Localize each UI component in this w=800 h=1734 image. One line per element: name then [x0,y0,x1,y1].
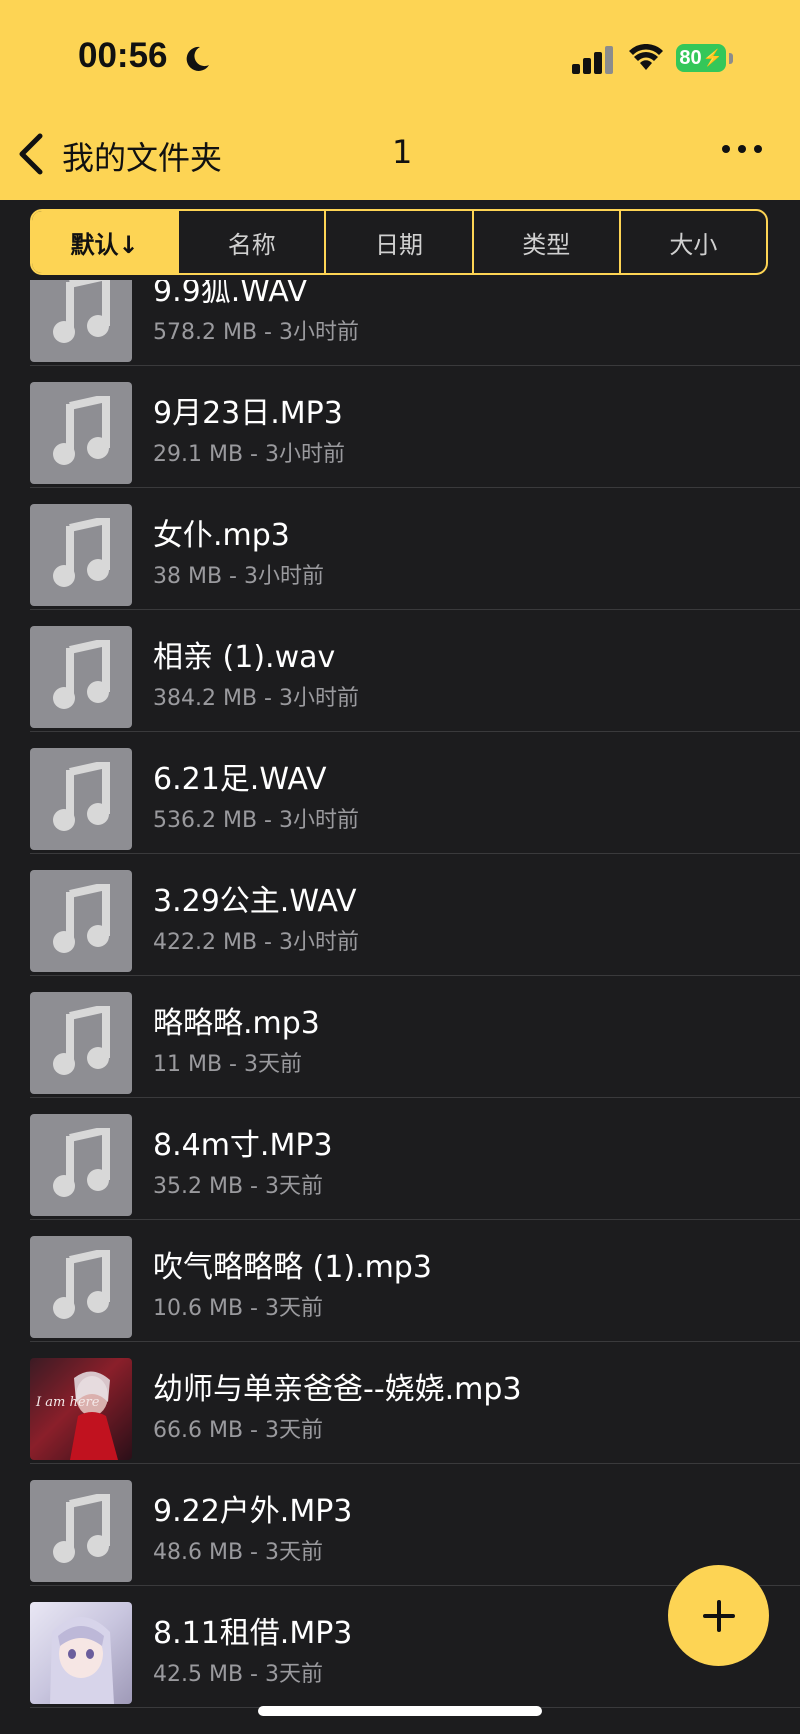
file-list: 9.9狐.WAV 578.2 MB - 3小时前 9月23日.MP3 29.1 … [0,280,800,1734]
music-note-icon [30,504,132,606]
music-note-icon [30,870,132,972]
list-item[interactable]: 9.22户外.MP3 48.6 MB - 3天前 [0,1464,800,1586]
file-name: 相亲 (1).wav [153,640,336,675]
file-name: 3.29公主.WAV [153,884,357,919]
file-meta: 384.2 MB - 3小时前 [153,686,359,711]
list-item[interactable]: 女仆.mp3 38 MB - 3小时前 [0,488,800,610]
cellular-signal-icon [572,46,613,74]
music-note-icon [30,1114,132,1216]
file-meta: 10.6 MB - 3天前 [153,1296,323,1321]
file-meta: 35.2 MB - 3天前 [153,1174,323,1199]
file-meta: 578.2 MB - 3小时前 [153,320,359,345]
file-meta: 536.2 MB - 3小时前 [153,808,359,833]
file-name: 9.9狐.WAV [153,280,308,309]
music-note-icon [30,748,132,850]
music-note-icon [30,280,132,362]
file-meta: 48.6 MB - 3天前 [153,1540,323,1565]
sort-date[interactable]: 日期 [326,211,474,273]
file-meta: 38 MB - 3小时前 [153,564,324,589]
file-name: 8.11租借.MP3 [153,1616,353,1651]
list-item[interactable]: 吹气略略略 (1).mp3 10.6 MB - 3天前 [0,1220,800,1342]
top-bar: 00:56 80 ⚡ 我的文件夹 1 [0,0,800,200]
battery-indicator: 80 ⚡ [676,44,726,72]
file-name: 9.22户外.MP3 [153,1494,353,1529]
file-name: 吹气略略略 (1).mp3 [153,1250,432,1285]
file-name: 9月23日.MP3 [153,396,343,431]
list-item[interactable]: 略略略.mp3 11 MB - 3天前 [0,976,800,1098]
music-note-icon [30,626,132,728]
wifi-icon [629,44,663,70]
sort-default[interactable]: 默认↓ [32,211,180,273]
music-note-icon [30,992,132,1094]
music-note-icon [30,1480,132,1582]
sort-type[interactable]: 类型 [474,211,621,273]
more-icon[interactable] [722,145,762,153]
home-indicator [258,1706,542,1716]
file-name: 幼师与单亲爸爸--娆娆.mp3 [153,1372,522,1407]
file-meta: 66.6 MB - 3天前 [153,1418,323,1443]
list-item[interactable]: 9.9狐.WAV 578.2 MB - 3小时前 [0,280,800,366]
list-item[interactable]: 8.4m寸.MP3 35.2 MB - 3天前 [0,1098,800,1220]
sort-size[interactable]: 大小 [621,211,766,273]
file-meta: 11 MB - 3天前 [153,1052,302,1077]
list-item[interactable]: 9月23日.MP3 29.1 MB - 3小时前 [0,366,800,488]
add-icon [702,1599,735,1632]
back-chevron-icon[interactable] [16,132,46,176]
file-meta: 422.2 MB - 3小时前 [153,930,359,955]
add-button[interactable] [668,1565,769,1666]
album-art-thumbnail [30,1602,132,1704]
list-item[interactable]: 3.29公主.WAV 422.2 MB - 3小时前 [0,854,800,976]
music-note-icon [30,382,132,484]
folder-count: 1 [392,133,413,171]
music-note-icon [30,1236,132,1338]
list-item[interactable]: 相亲 (1).wav 384.2 MB - 3小时前 [0,610,800,732]
battery-level: 80 [679,46,702,69]
sort-segmented-control: 默认↓ 名称 日期 类型 大小 [30,209,768,275]
file-name: 女仆.mp3 [153,518,290,553]
list-item[interactable]: I am here 幼师与单亲爸爸--娆娆.mp3 66.6 MB - 3天前 [0,1342,800,1464]
file-name: 略略略.mp3 [153,1006,320,1041]
page-title[interactable]: 我的文件夹 [62,133,222,179]
file-meta: 29.1 MB - 3小时前 [153,442,345,467]
file-name: 6.21足.WAV [153,762,327,797]
file-meta: 42.5 MB - 3天前 [153,1662,323,1687]
status-time: 00:56 [78,36,168,75]
file-name: 8.4m寸.MP3 [153,1128,333,1163]
svg-text:I am here: I am here [35,1395,100,1410]
list-item[interactable]: 6.21足.WAV 536.2 MB - 3小时前 [0,732,800,854]
sort-name[interactable]: 名称 [179,211,327,273]
album-art-thumbnail: I am here [30,1358,132,1460]
battery-tip [729,53,733,64]
moon-icon [186,46,209,71]
